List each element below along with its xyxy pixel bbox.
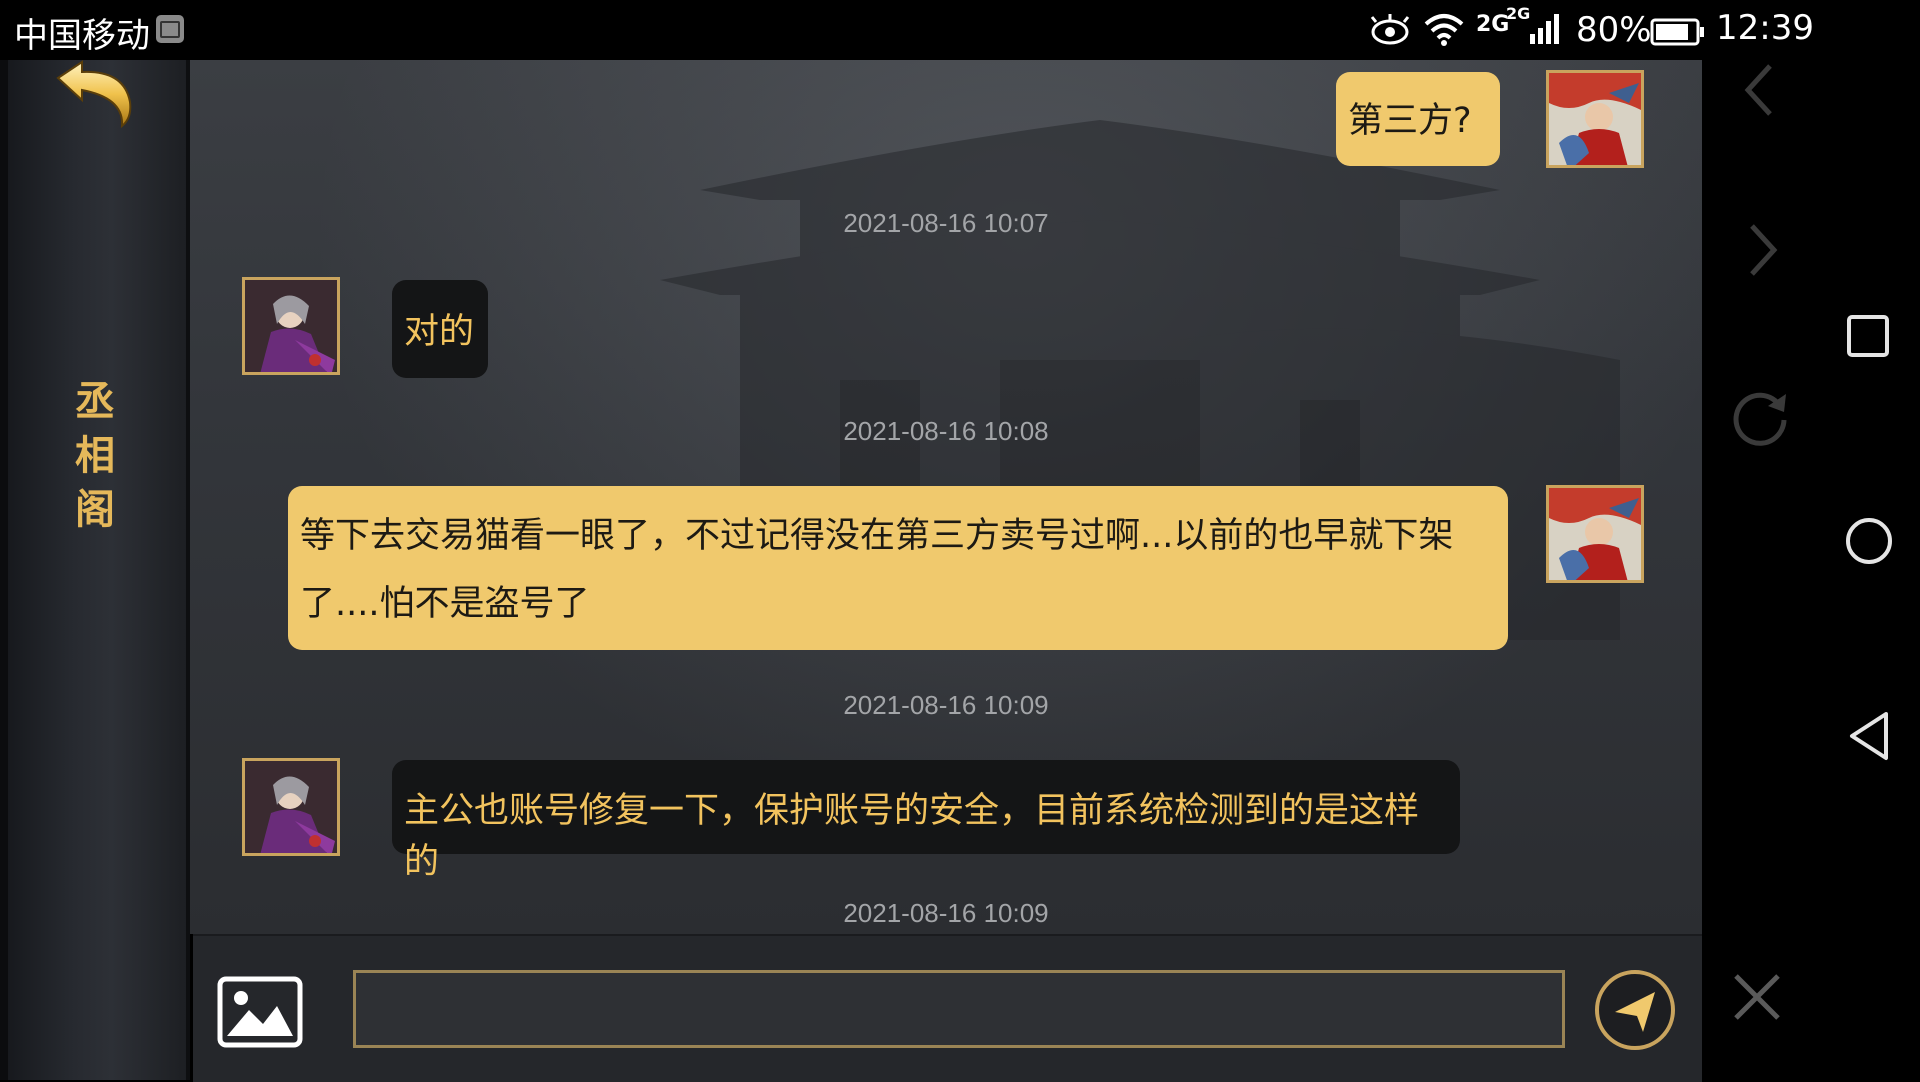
chat-area[interactable]: 第三方? 2021-08-16 10:07 对的 2021-08-16 10:0… — [190, 60, 1702, 934]
message-bubble-outgoing[interactable]: 第三方? — [1336, 72, 1500, 166]
message-input[interactable] — [353, 970, 1565, 1048]
message-bubble-incoming[interactable]: 对的 — [392, 280, 488, 378]
refresh-icon[interactable] — [1728, 386, 1792, 450]
status-bar: 中国移动 2G 2G 80% 12:39 — [0, 0, 1920, 60]
close-icon[interactable] — [1730, 970, 1784, 1024]
signal-icon — [1530, 14, 1559, 44]
back-triangle-icon[interactable] — [1846, 710, 1892, 762]
message-bubble-incoming[interactable]: 主公也账号修复一下，保护账号的安全，目前系统检测到的是这样的 — [392, 760, 1460, 882]
network-type-1: 2G — [1476, 12, 1510, 37]
battery-icon — [1650, 18, 1704, 46]
input-bar — [193, 934, 1702, 1082]
sim-card-icon — [156, 15, 184, 43]
message-timestamp: 2021-08-16 10:09 — [843, 898, 1049, 928]
wifi-icon — [1424, 14, 1464, 46]
message-timestamp: 2021-08-16 10:09 — [843, 690, 1049, 720]
eye-icon — [1370, 14, 1410, 45]
image-icon[interactable] — [217, 976, 303, 1048]
home-circle-icon[interactable] — [1844, 516, 1894, 566]
square-icon[interactable] — [1846, 314, 1890, 358]
message-timestamp: 2021-08-16 10:07 — [843, 208, 1049, 238]
message-timestamp: 2021-08-16 10:08 — [843, 416, 1049, 446]
carrier-name: 中国移动 — [14, 16, 150, 56]
player-avatar[interactable] — [1546, 70, 1644, 168]
clock: 12:39 — [1716, 8, 1814, 48]
battery-percent: 80% — [1576, 10, 1652, 50]
advisor-avatar[interactable] — [242, 758, 340, 856]
back-arrow-icon[interactable] — [52, 60, 142, 130]
advisor-avatar[interactable] — [242, 277, 340, 375]
chevron-right-icon[interactable] — [1744, 220, 1784, 280]
section-title: 丞相阁 — [75, 379, 115, 533]
navigation-bar — [1702, 60, 1920, 1080]
message-bubble-outgoing[interactable]: 等下去交易猫看一眼了，不过记得没在第三方卖号过啊...以前的也早就下架了....… — [288, 486, 1508, 650]
network-type-2: 2G — [1506, 4, 1531, 23]
player-avatar[interactable] — [1546, 485, 1644, 583]
send-icon[interactable] — [1593, 968, 1677, 1052]
status-icons: 2G 2G 80% 12:39 — [1370, 0, 1814, 60]
chevron-left-icon[interactable] — [1740, 60, 1780, 120]
sidebar: 丞相阁 — [0, 60, 190, 1080]
